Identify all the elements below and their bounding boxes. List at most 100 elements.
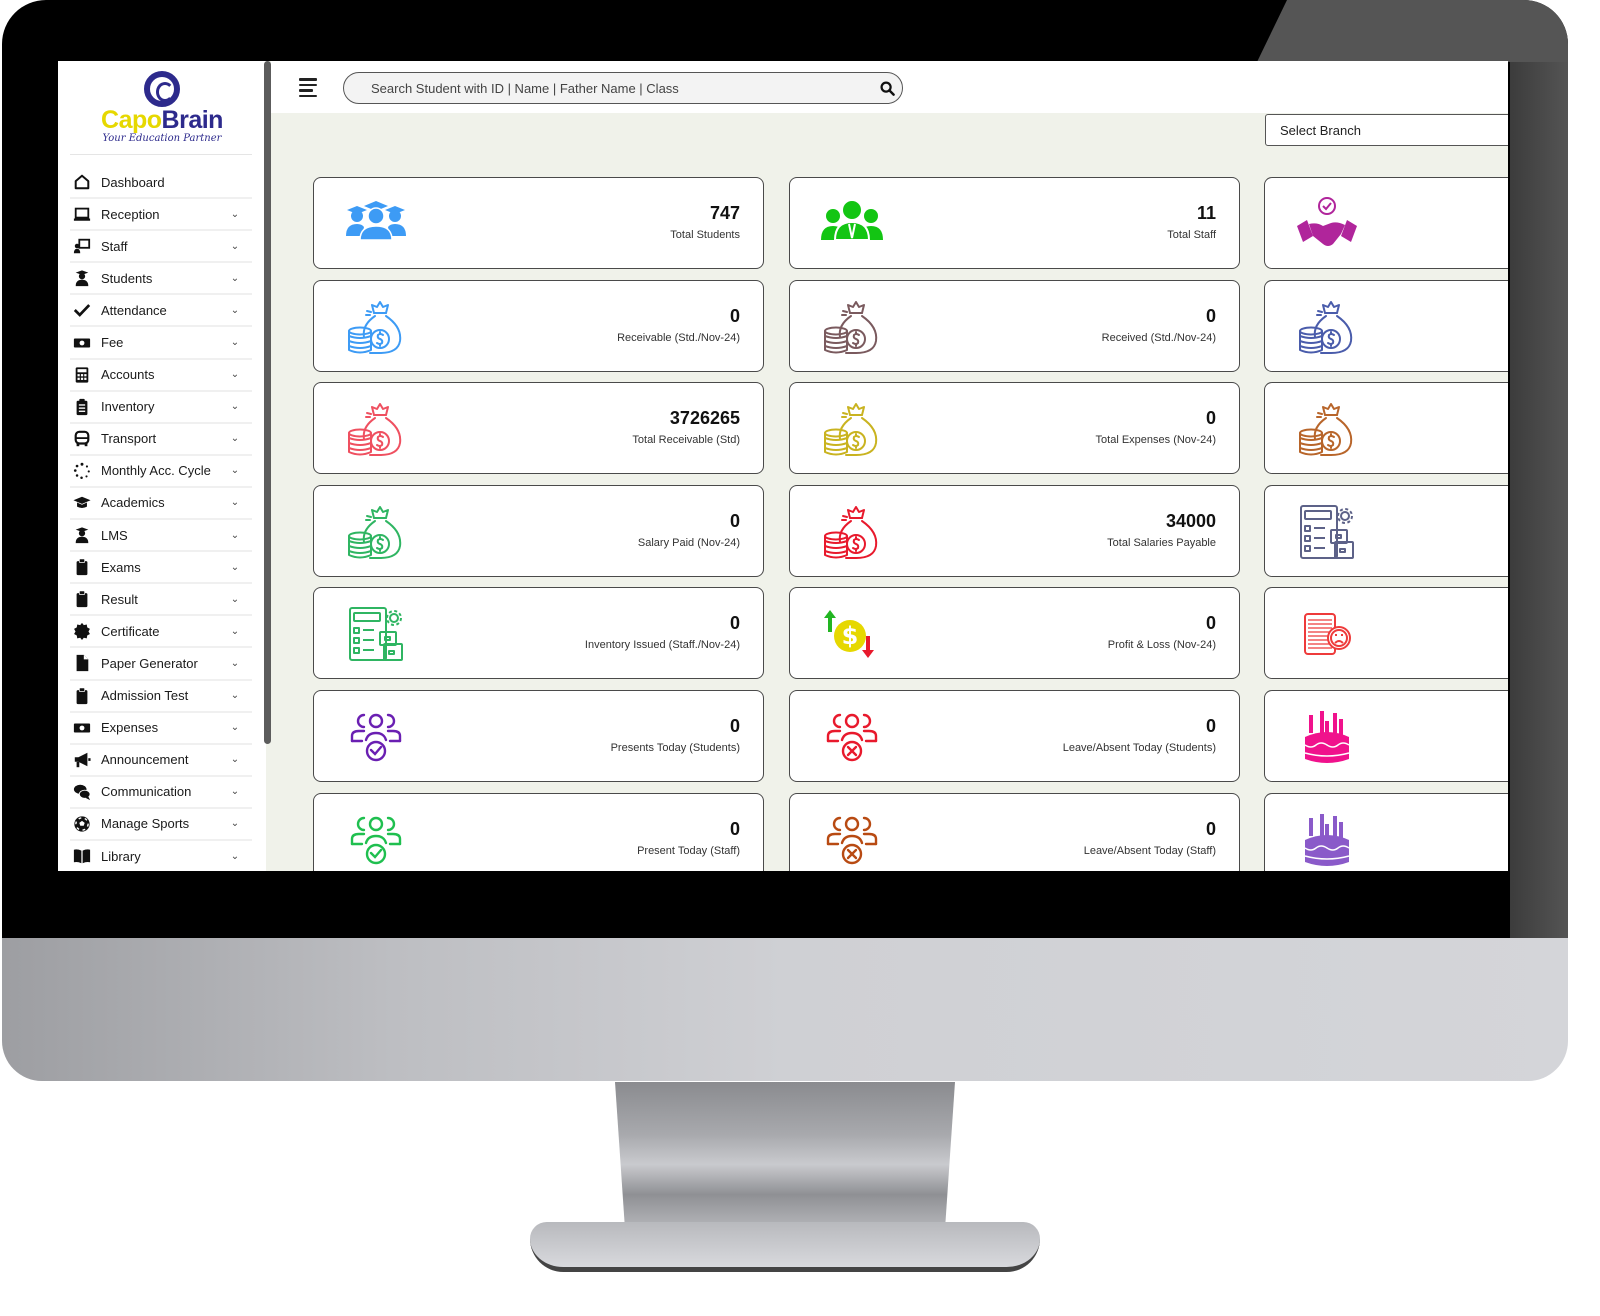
sidebar-item-certificate[interactable]: Certificate ⌄ [70, 616, 252, 649]
stat-card-profit-loss-nov-24[interactable]: $0 Profit & Loss (Nov-24) [789, 587, 1240, 680]
stat-card-total-receivable-std[interactable]: 3726265 Total Receivable (Std) [313, 382, 764, 475]
chevron-down-icon: ⌄ [230, 465, 240, 477]
sidebar-item-library[interactable]: Library ⌄ [70, 841, 252, 871]
sidebar-item-label: Paper Generator [101, 655, 198, 671]
sidebar-item-reception[interactable]: Reception ⌄ [70, 199, 252, 232]
chevron-down-icon: ⌄ [230, 497, 240, 509]
calculator-icon [72, 366, 92, 384]
stat-label: Received (Std./Nov-24) [1101, 331, 1216, 344]
futbol-icon [72, 815, 92, 833]
sidebar-item-label: Transport [101, 431, 157, 447]
sidebar-item-communication[interactable]: Communication ⌄ [70, 777, 252, 809]
stat-card-total-expenses-nov-24[interactable]: 0 Total Expenses (Nov-24) [789, 382, 1240, 475]
divider [70, 154, 252, 155]
stat-card-leave-absent-today-staff[interactable]: 0 Leave/Absent Today (Staff) [789, 792, 1240, 871]
stat-value: 11 [1196, 203, 1216, 223]
chevron-down-icon: ⌄ [230, 657, 240, 669]
sidebar-item-fee[interactable]: Fee ⌄ [70, 327, 252, 360]
stat-card-leave-absent-today-students[interactable]: 0 Leave/Absent Today (Students) [789, 690, 1240, 782]
chevron-down-icon: ⌄ [230, 433, 240, 445]
stat-card-present-today-staff[interactable]: 0 Present Today (Staff) [313, 792, 764, 871]
sidebar-item-label: Result [101, 591, 138, 607]
stat-label: Total Expenses (Nov-24) [1095, 434, 1216, 447]
profit-loss-icon: $ [820, 606, 884, 664]
stat-label: Inventory Issued (Staff./Nov-24) [584, 639, 740, 652]
stat-card-total-salaries-payable[interactable]: 34000 Total Salaries Payable [789, 484, 1240, 577]
stat-label: Total Staff [1167, 229, 1216, 241]
group-check-icon [344, 812, 408, 870]
laptop-icon [72, 205, 92, 223]
menu-line [299, 78, 317, 81]
stat-card-total-staff[interactable]: 11 Total Staff [789, 177, 1240, 269]
sidebar-item-staff[interactable]: Staff ⌄ [70, 231, 252, 264]
sidebar-item-monthly-acc-cycle[interactable]: Monthly Acc. Cycle ⌄ [70, 456, 252, 488]
search-bar [343, 72, 903, 104]
chevron-down-icon: ⌄ [230, 722, 240, 734]
sidebar-item-lms[interactable]: LMS ⌄ [70, 520, 252, 553]
certificate-icon [72, 622, 92, 641]
stat-card-handshake-check[interactable] [1264, 177, 1508, 269]
stat-card-birthday-cake[interactable] [1264, 792, 1508, 871]
stand-foot [530, 1222, 1040, 1272]
stat-card-birthday-cake[interactable] [1264, 690, 1508, 782]
group-cross-icon [820, 812, 884, 870]
stat-card-receivable-std-nov-24[interactable]: 0 Receivable (Std./Nov-24) [313, 279, 764, 372]
stat-card-salary-paid-nov-24[interactable]: 0 Salary Paid (Nov-24) [313, 484, 764, 577]
chevron-down-icon: ⌄ [230, 401, 240, 413]
stat-card-inventory-checklist[interactable] [1264, 484, 1508, 577]
logo-tagline: Your Education Partner [102, 133, 222, 144]
stat-label: Presents Today (Students) [610, 742, 740, 754]
stat-card-presents-today-students[interactable]: 0 Presents Today (Students) [313, 690, 764, 782]
chevron-down-icon: ⌄ [230, 754, 240, 766]
sidebar-item-label: Accounts [101, 367, 155, 383]
money-bag-icon [820, 299, 884, 357]
spinner-icon [72, 462, 92, 480]
clipboard-icon [72, 590, 92, 608]
stat-label: Profit & Loss (Nov-24) [1107, 639, 1216, 652]
chevron-down-icon: ⌄ [230, 240, 240, 252]
sidebar-item-label: Expenses [101, 720, 159, 736]
complaint-icon [1295, 606, 1359, 664]
sidebar-item-students[interactable]: Students ⌄ [70, 263, 252, 296]
menu-toggle-button[interactable] [299, 78, 319, 97]
sidebar-item-result[interactable]: Result ⌄ [70, 584, 252, 617]
svg-text:$: $ [842, 622, 859, 650]
sidebar-item-admission-test[interactable]: Admission Test ⌄ [70, 681, 252, 713]
sidebar-scrollbar[interactable] [264, 61, 271, 744]
app-logo[interactable]: CapoBrain Your Education Partner [70, 69, 254, 154]
stat-card-inventory-issued-staff-nov-24[interactable]: 0 Inventory Issued (Staff./Nov-24) [313, 587, 764, 680]
stat-value: 747 [709, 203, 740, 223]
sidebar-item-inventory[interactable]: Inventory ⌄ [70, 392, 252, 424]
sidebar-item-label: Dashboard [101, 174, 165, 190]
sidebar-item-exams[interactable]: Exams ⌄ [70, 552, 252, 585]
search-input[interactable] [344, 80, 872, 96]
sidebar-item-dashboard[interactable]: Dashboard [70, 167, 252, 200]
stat-card-complaint[interactable] [1264, 587, 1508, 680]
stat-card-total-students[interactable]: 747 Total Students [313, 177, 764, 269]
search-button[interactable] [872, 73, 902, 103]
sidebar-item-expenses[interactable]: Expenses ⌄ [70, 713, 252, 745]
stat-card-money-bag[interactable] [1264, 382, 1508, 475]
sidebar-item-accounts[interactable]: Accounts ⌄ [70, 360, 252, 392]
money-bag-icon [344, 299, 408, 357]
chevron-down-icon: ⌄ [230, 529, 240, 541]
bullhorn-icon [72, 751, 92, 769]
sidebar-item-label: Manage Sports [101, 816, 190, 832]
chevron-down-icon: ⌄ [230, 690, 240, 702]
stat-card-received-std-nov-24[interactable]: 0 Received (Std./Nov-24) [789, 279, 1240, 372]
chevron-down-icon: ⌄ [230, 272, 240, 284]
sidebar: CapoBrain Your Education Partner Dashboa… [58, 61, 266, 871]
branch-select[interactable]: Select Branch [1265, 114, 1508, 146]
sidebar-item-paper-generator[interactable]: Paper Generator ⌄ [70, 648, 252, 681]
sidebar-item-manage-sports[interactable]: Manage Sports ⌄ [70, 809, 252, 841]
sidebar-item-transport[interactable]: Transport ⌄ [70, 424, 252, 456]
stat-card-money-bag[interactable] [1264, 279, 1508, 372]
chevron-down-icon: ⌄ [230, 818, 240, 830]
menu-line [299, 89, 313, 92]
sidebar-item-attendance[interactable]: Attendance ⌄ [70, 295, 252, 328]
stat-value: 0 [1205, 408, 1216, 429]
sidebar-item-announcement[interactable]: Announcement ⌄ [70, 745, 252, 777]
sidebar-item-academics[interactable]: Academics ⌄ [70, 488, 252, 521]
topbar [271, 61, 1508, 113]
user-graduate-icon [72, 526, 92, 544]
